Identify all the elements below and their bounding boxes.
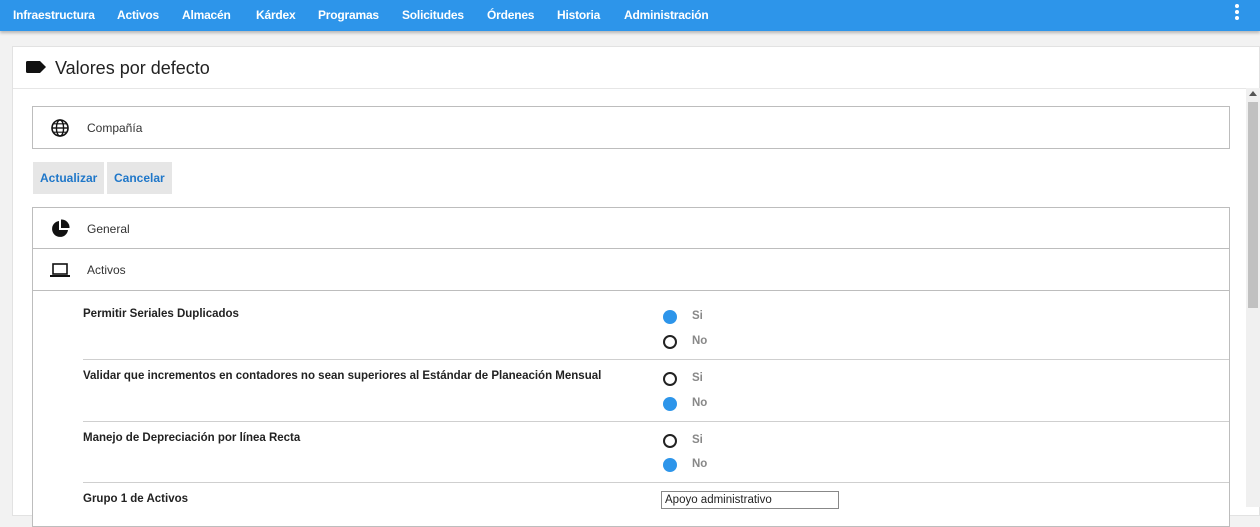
divider bbox=[83, 359, 1229, 360]
company-panel-label: Compañía bbox=[87, 121, 143, 135]
company-panel-header[interactable]: Compañía bbox=[33, 107, 1229, 148]
setting-permitir-seriales: Permitir Seriales Duplicados Si No bbox=[83, 308, 1229, 370]
update-button[interactable]: Actualizar bbox=[33, 162, 105, 194]
radio-label: Si bbox=[692, 310, 703, 322]
radio-label: Si bbox=[692, 434, 703, 446]
radio-button[interactable] bbox=[663, 372, 677, 386]
more-options-icon[interactable] bbox=[1234, 3, 1240, 23]
cancel-button[interactable]: Cancelar bbox=[107, 162, 172, 194]
scroll-up-arrow-icon[interactable] bbox=[1249, 91, 1257, 96]
top-navigation-bar: Infraestructura Activos Almacén Kárdex P… bbox=[0, 0, 1260, 31]
company-panel[interactable]: Compañía bbox=[32, 106, 1230, 149]
setting-label: Manejo de Depreciación por línea Recta bbox=[83, 432, 301, 444]
tag-icon bbox=[26, 61, 46, 73]
sections-accordion: General Activos Permitir Seriales Duplic… bbox=[32, 207, 1230, 527]
section-activos-header[interactable]: Activos bbox=[33, 249, 1229, 291]
section-activos-label: Activos bbox=[87, 263, 126, 277]
nav-item-programas[interactable]: Programas bbox=[318, 8, 379, 22]
grupo-1-activos-input[interactable] bbox=[661, 491, 839, 509]
radio-button[interactable] bbox=[663, 434, 677, 448]
setting-grupo-1-activos: Grupo 1 de Activos bbox=[83, 491, 1229, 523]
divider bbox=[83, 482, 1229, 483]
setting-label: Permitir Seriales Duplicados bbox=[83, 308, 239, 320]
nav-item-infraestructura[interactable]: Infraestructura bbox=[13, 8, 95, 22]
radio-label: No bbox=[692, 458, 708, 470]
default-values-card: Valores por defecto Compañía Actualizar … bbox=[12, 46, 1260, 527]
setting-depreciacion: Manejo de Depreciación por línea Recta S… bbox=[83, 432, 1229, 494]
divider bbox=[83, 421, 1229, 422]
nav-item-historia[interactable]: Historia bbox=[557, 8, 600, 22]
scrollbar[interactable] bbox=[1246, 88, 1260, 507]
radio-button-selected[interactable] bbox=[663, 310, 677, 324]
scrollbar-thumb[interactable] bbox=[1248, 102, 1258, 308]
nav-item-solicitudes[interactable]: Solicitudes bbox=[402, 8, 464, 22]
radio-button-selected[interactable] bbox=[663, 397, 677, 411]
radio-button[interactable] bbox=[663, 335, 677, 349]
nav-item-activos[interactable]: Activos bbox=[117, 8, 159, 22]
setting-label: Validar que incrementos en contadores no… bbox=[83, 370, 602, 382]
section-general-header[interactable]: General bbox=[33, 208, 1229, 249]
radio-label: No bbox=[692, 335, 708, 347]
laptop-icon bbox=[50, 263, 70, 277]
globe-icon bbox=[51, 119, 69, 137]
nav-item-almacen[interactable]: Almacén bbox=[182, 8, 231, 22]
radio-label: No bbox=[692, 397, 708, 409]
nav-item-kardex[interactable]: Kárdex bbox=[256, 8, 296, 22]
page-title: Valores por defecto bbox=[55, 58, 210, 78]
radio-label: Si bbox=[692, 372, 703, 384]
radio-button-selected[interactable] bbox=[663, 458, 677, 472]
pie-chart-icon bbox=[52, 219, 70, 237]
card-header: Valores por defecto bbox=[13, 47, 1259, 89]
nav-item-ordenes[interactable]: Órdenes bbox=[487, 8, 534, 22]
setting-label: Grupo 1 de Activos bbox=[83, 493, 189, 505]
nav-item-administracion[interactable]: Administración bbox=[624, 8, 709, 22]
section-general-label: General bbox=[87, 222, 130, 236]
setting-validar-incrementos: Validar que incrementos en contadores no… bbox=[83, 370, 1229, 432]
